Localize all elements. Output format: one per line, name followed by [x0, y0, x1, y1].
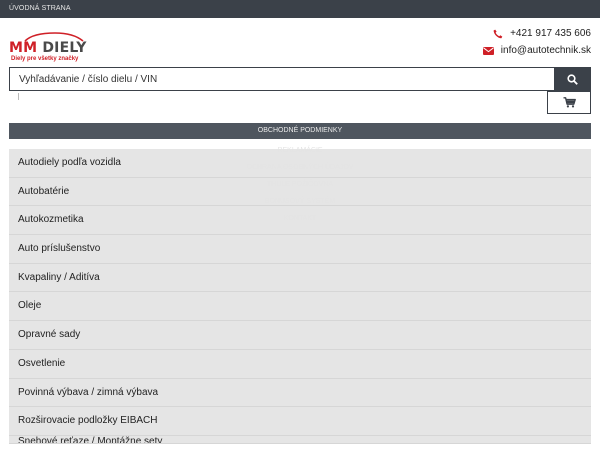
category-item-kvapaliny[interactable]: Kvapaliny / Aditíva [9, 264, 591, 293]
nav-item-bonusovy-system[interactable]: BONUSOVÝ SYSTÉM [9, 198, 591, 205]
contact-phone[interactable]: +421 917 435 606 [493, 28, 591, 39]
phone-icon [493, 29, 503, 38]
site-logo[interactable]: MM DIELY Diely pre všetky značky [9, 32, 99, 64]
shopping-cart-icon [563, 97, 576, 108]
search-button[interactable] [554, 67, 591, 91]
email-address: info@autotechnik.sk [500, 45, 591, 56]
phone-number: +421 917 435 606 [510, 28, 591, 39]
category-item-povinna-vybava[interactable]: Povinná výbava / zimná výbava [9, 379, 591, 408]
nav-item-ochrana-osobnych-udajov[interactable]: OCHRANA OSOBNÝCH ÚDAJOV [9, 164, 591, 171]
category-item-snehove-retaze[interactable]: Snehové reťaze / Montážne sety [9, 436, 591, 444]
logo-name: MM DIELY [9, 40, 87, 56]
logo-tagline: Diely pre všetky značky [11, 56, 79, 62]
category-item-oleje[interactable]: Oleje [9, 292, 591, 322]
home-link[interactable]: ÚVODNÁ STRANA [9, 5, 71, 12]
logo-name-part1: MM [9, 40, 43, 56]
cart-button[interactable] [547, 91, 591, 114]
contact-email[interactable]: info@autotechnik.sk [482, 45, 591, 56]
category-item-osvetlenie[interactable]: Osvetlenie [9, 350, 591, 379]
main-nav: OBCHODNÉ PODMIENKY [9, 123, 591, 139]
envelope-icon [482, 46, 494, 55]
nav-item-kontakt[interactable]: KONTAKT [9, 215, 591, 222]
search-icon [567, 73, 578, 85]
logo-name-part2: DIELY [42, 40, 87, 56]
text-caret [18, 93, 19, 100]
top-bar: ÚVODNÁ STRANA [0, 0, 600, 18]
category-item-auto-prislusenstvo[interactable]: Auto príslušenstvo [9, 235, 591, 264]
category-item-opravne-sady[interactable]: Opravné sady [9, 321, 591, 350]
search-input[interactable] [9, 67, 554, 91]
nav-item-obchodne-podmienky[interactable]: OBCHODNÉ PODMIENKY [9, 127, 591, 134]
nav-item-reklamacie[interactable]: REKLAMÁCIE [9, 147, 591, 154]
search-bar [9, 67, 591, 91]
category-list: Autodiely podľa vozidla Autobatérie Auto… [9, 149, 591, 444]
nav-item-thule-pozicovna[interactable]: THULE POŽIČOVŇA [9, 181, 591, 188]
category-item-rozsirovacie-podlozky[interactable]: Rozširovacie podložky EIBACH [9, 407, 591, 436]
